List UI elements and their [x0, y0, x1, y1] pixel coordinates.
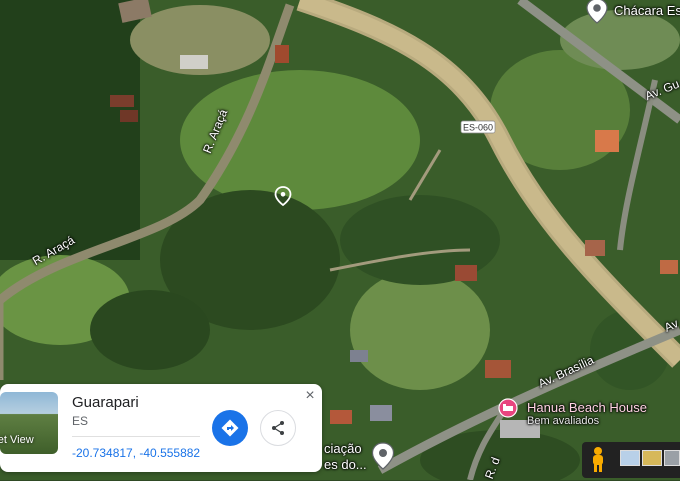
street-view-control[interactable] [582, 442, 680, 478]
location-pin-icon [586, 0, 608, 24]
place-pin-associacao[interactable] [371, 442, 395, 470]
directions-icon [221, 419, 239, 437]
dropped-pin-icon [274, 186, 292, 207]
share-button[interactable] [260, 410, 296, 446]
place-title: Guarapari [72, 394, 139, 411]
place-pin-hanua[interactable] [498, 398, 518, 418]
street-view-thumbnail[interactable]: reet View [0, 392, 58, 454]
place-pin-chacara[interactable] [586, 0, 608, 24]
directions-button[interactable] [212, 410, 248, 446]
share-icon [272, 421, 284, 435]
layer-thumbnail-terrain[interactable] [620, 450, 640, 466]
street-view-label: reet View [0, 434, 34, 446]
location-pin-icon [371, 442, 395, 470]
pegman-icon[interactable] [588, 446, 608, 474]
place-info-card[interactable]: reet View Guarapari ES -20.734817, -40.5… [0, 384, 322, 472]
place-coordinates[interactable]: -20.734817, -40.555882 [72, 446, 200, 460]
layer-thumbnail-satellite[interactable] [642, 450, 662, 466]
close-card-button[interactable]: × [302, 388, 318, 404]
card-divider [72, 436, 200, 437]
dropped-pin[interactable] [274, 186, 292, 207]
svg-text:ES-060: ES-060 [463, 123, 493, 133]
place-subtitle: ES [72, 414, 89, 428]
hotel-bed-icon [498, 398, 518, 418]
highway-shield: ES-060 [460, 120, 496, 134]
layer-thumbnail-map[interactable] [664, 450, 680, 466]
